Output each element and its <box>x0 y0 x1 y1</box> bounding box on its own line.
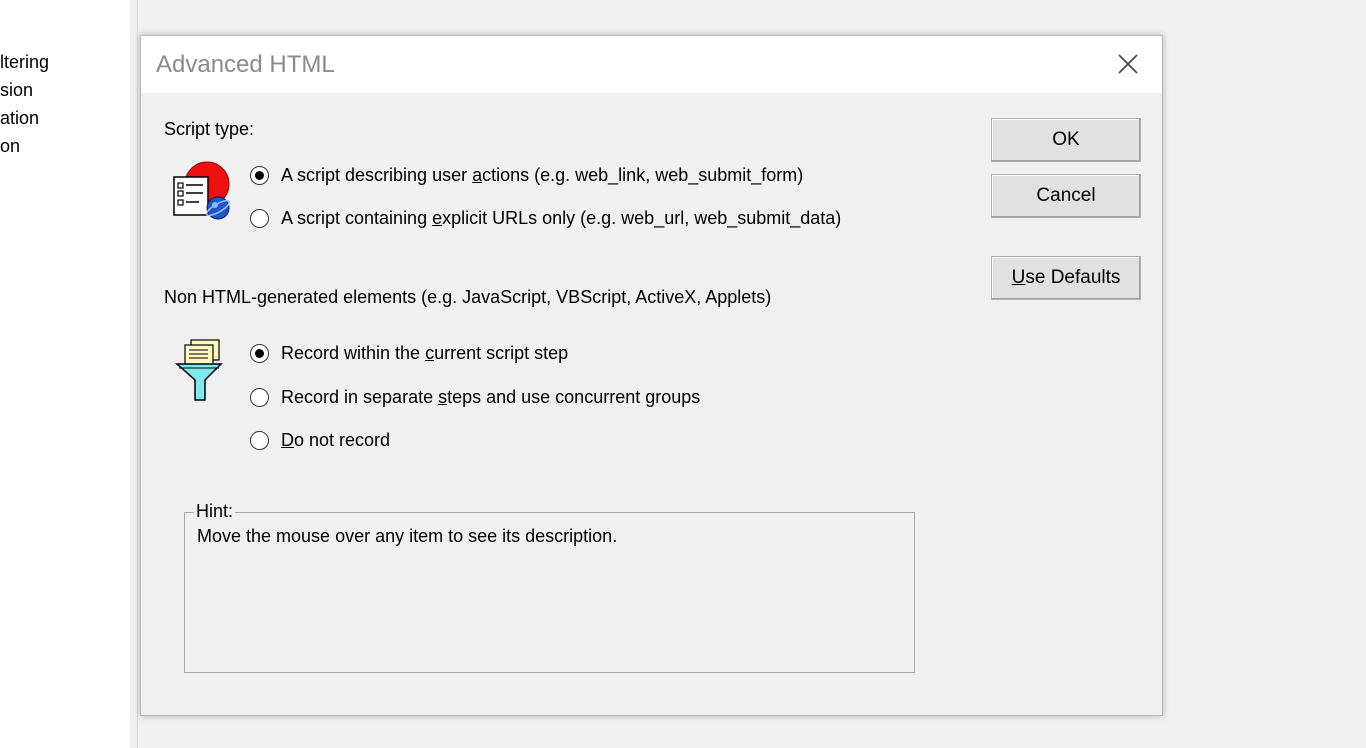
radio-button-checked[interactable] <box>250 343 269 363</box>
ok-button[interactable]: OK <box>991 118 1141 162</box>
sidebar-item[interactable]: on <box>0 136 20 157</box>
radio-label-user-actions: A script describing user actions (e.g. w… <box>281 164 804 185</box>
radio-label-record-separate-steps: Record in separate steps and use concurr… <box>281 386 701 407</box>
funnel-filter-icon <box>175 338 225 409</box>
dialog-title: Advanced HTML <box>156 51 335 78</box>
radio-button[interactable] <box>250 387 269 407</box>
radio-record-current-step[interactable]: Record within the current script step <box>250 341 568 365</box>
sidebar-item[interactable]: ltering <box>0 52 49 73</box>
use-defaults-button[interactable]: Use Defaults <box>991 256 1141 300</box>
hint-text: Move the mouse over any item to see its … <box>197 526 618 546</box>
radio-label-explicit-urls: A script containing explicit URLs only (… <box>281 207 842 228</box>
advanced-html-dialog: Advanced HTML Script type: A script desc… <box>140 35 1163 716</box>
background-sidebar: ltering sion ation on <box>0 0 130 748</box>
radio-explicit-urls[interactable]: A script containing explicit URLs only (… <box>250 206 841 230</box>
hint-title: Hint: <box>194 501 236 522</box>
sidebar-item[interactable]: sion <box>0 80 33 101</box>
close-icon <box>1118 54 1138 74</box>
html-script-icon <box>169 160 233 229</box>
radio-record-separate-steps[interactable]: Record in separate steps and use concurr… <box>250 385 700 409</box>
script-type-label: Script type: <box>164 119 255 139</box>
radio-do-not-record[interactable]: Do not record <box>250 428 390 452</box>
close-button[interactable] <box>1094 36 1162 93</box>
sidebar-item[interactable]: ation <box>0 108 39 129</box>
background-divider <box>130 0 138 748</box>
non-html-elements-label: Non HTML-generated elements (e.g. JavaSc… <box>164 287 772 307</box>
radio-label-record-current-step: Record within the current script step <box>281 342 569 363</box>
radio-button[interactable] <box>250 208 269 228</box>
radio-button-checked[interactable] <box>250 165 269 185</box>
dialog-titlebar: Advanced HTML <box>141 36 1162 93</box>
radio-user-actions[interactable]: A script describing user actions (e.g. w… <box>250 163 803 187</box>
cancel-button[interactable]: Cancel <box>991 174 1141 218</box>
radio-button[interactable] <box>250 430 269 450</box>
radio-label-do-not-record: Do not record <box>281 429 391 450</box>
